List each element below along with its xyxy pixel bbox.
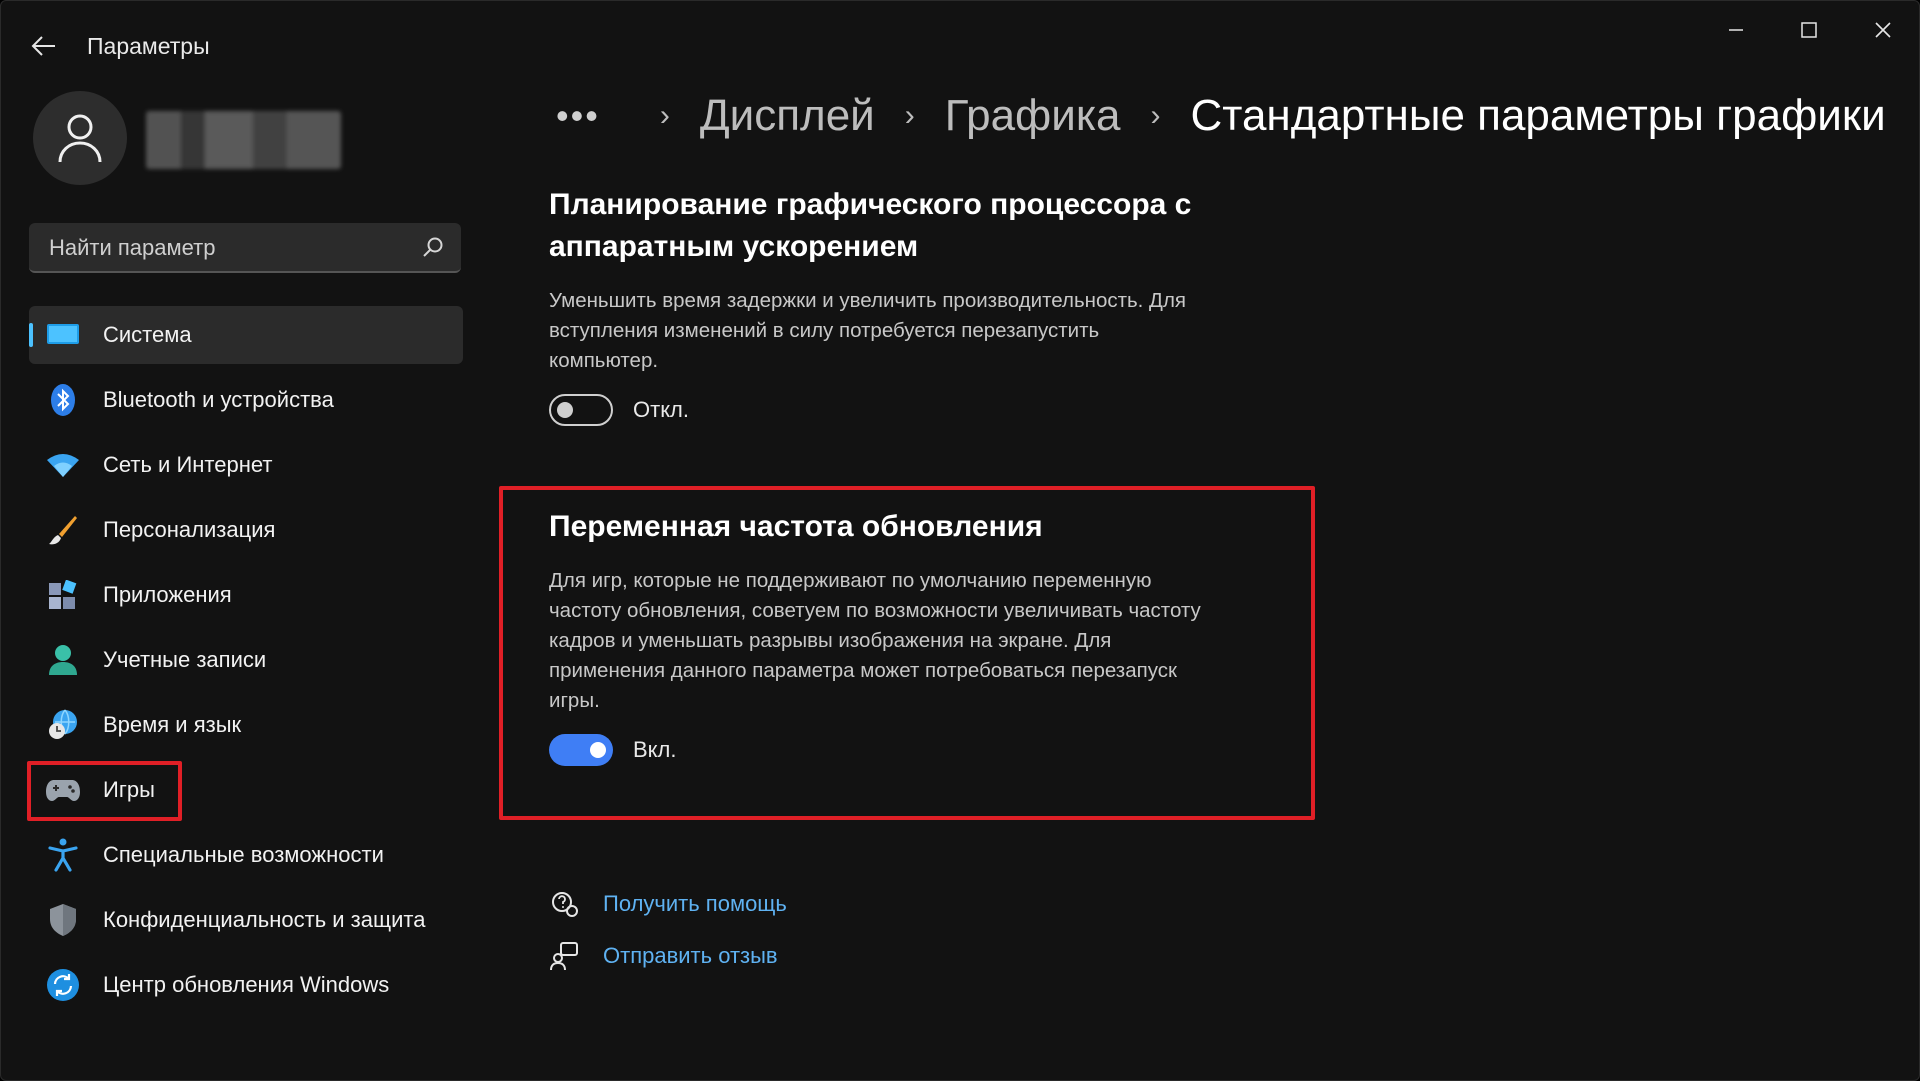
breadcrumb-display[interactable]: Дисплей bbox=[700, 91, 875, 141]
variable-refresh-toggle[interactable] bbox=[549, 734, 613, 766]
sidebar-item-label: Конфиденциальность и защита bbox=[103, 907, 426, 932]
send-feedback-link[interactable]: Отправить отзыв bbox=[549, 941, 778, 971]
update-icon bbox=[45, 967, 81, 1003]
minimize-icon bbox=[1729, 29, 1743, 31]
shield-icon bbox=[45, 902, 81, 938]
breadcrumb-more[interactable]: ••• bbox=[556, 95, 600, 137]
description-line: игры. bbox=[549, 689, 600, 712]
section-description: Для игр, которые не поддерживают по умол… bbox=[549, 566, 1269, 716]
brush-icon bbox=[45, 512, 81, 548]
sidebar-item-label: Учетные записи bbox=[103, 647, 267, 672]
description-line: кадров и уменьшать разрывы изображения н… bbox=[549, 629, 1112, 652]
person-outline-icon bbox=[58, 114, 102, 163]
title-bar: Параметры bbox=[1, 1, 1920, 81]
maximize-icon bbox=[1801, 22, 1817, 38]
sidebar-item-label: Bluetooth и устройства bbox=[103, 387, 334, 412]
search-box bbox=[29, 223, 461, 273]
sidebar-item-personalization[interactable]: Персонализация bbox=[29, 501, 463, 559]
sidebar-item-label: Время и язык bbox=[103, 712, 242, 737]
sidebar-nav: Система Bluetooth и устройства Сеть и Ин… bbox=[29, 306, 463, 1021]
page-title: Стандартные параметры графики bbox=[1190, 91, 1886, 140]
description-line: Уменьшить время задержки и увеличить про… bbox=[549, 289, 1187, 312]
gpu-scheduling-section: Планирование графического процессора с а… bbox=[549, 184, 1269, 426]
toggle-row: Откл. bbox=[549, 394, 1269, 426]
sidebar-item-system[interactable]: Система bbox=[29, 306, 463, 364]
bluetooth-icon bbox=[45, 382, 81, 418]
back-button[interactable] bbox=[29, 31, 59, 61]
app-title: Параметры bbox=[87, 33, 210, 59]
toggle-knob bbox=[557, 402, 573, 418]
section-description: Уменьшить время задержки и увеличить про… bbox=[549, 286, 1269, 376]
sidebar-item-network[interactable]: Сеть и Интернет bbox=[29, 436, 463, 494]
variable-refresh-section: Переменная частота обновления Для игр, к… bbox=[549, 506, 1269, 766]
user-name-blurred bbox=[146, 111, 341, 169]
toggle-row: Вкл. bbox=[549, 734, 1269, 766]
description-line: применения данного параметра может потре… bbox=[549, 659, 1177, 682]
get-help-link[interactable]: Получить помощь bbox=[549, 889, 787, 919]
minimize-button[interactable] bbox=[1706, 11, 1766, 49]
globe-clock-icon bbox=[45, 707, 81, 743]
link-label: Получить помощь bbox=[603, 891, 787, 916]
toggle-state-label: Откл. bbox=[633, 397, 690, 422]
sidebar-item-gaming[interactable]: Игры bbox=[29, 761, 463, 819]
breadcrumb: ••• › Дисплей › Графика › Стандартные па… bbox=[556, 91, 1886, 141]
apps-icon bbox=[45, 577, 81, 613]
feedback-icon bbox=[550, 942, 578, 971]
description-line: частоту обновления, советуем по возможно… bbox=[549, 599, 1201, 622]
sidebar-item-accounts[interactable]: Учетные записи bbox=[29, 631, 463, 689]
sidebar-item-time-language[interactable]: Время и язык bbox=[29, 696, 463, 754]
settings-window: Параметры Система Bluetooth bbox=[0, 0, 1920, 1081]
section-title-line: аппаратным ускорением bbox=[549, 230, 919, 263]
section-title-line: Планирование графического процессора с bbox=[549, 188, 1192, 221]
maximize-button[interactable] bbox=[1779, 11, 1839, 49]
person-icon bbox=[45, 642, 81, 678]
monitor-icon bbox=[45, 317, 81, 353]
sidebar-item-privacy[interactable]: Конфиденциальность и защита bbox=[29, 891, 463, 949]
gpu-scheduling-toggle[interactable] bbox=[549, 394, 613, 426]
search-icon[interactable] bbox=[421, 235, 445, 259]
description-line: Для игр, которые не поддерживают по умол… bbox=[549, 569, 1152, 592]
chevron-right-icon: › bbox=[1150, 99, 1161, 132]
sidebar-item-label: Игры bbox=[103, 777, 155, 802]
wifi-icon bbox=[45, 447, 81, 483]
toggle-state-label: Вкл. bbox=[633, 737, 677, 762]
close-button[interactable] bbox=[1853, 11, 1913, 49]
chevron-right-icon: › bbox=[904, 99, 915, 132]
chevron-right-icon: › bbox=[659, 99, 670, 132]
sidebar-item-label: Приложения bbox=[103, 582, 232, 607]
sidebar-item-bluetooth[interactable]: Bluetooth и устройства bbox=[29, 371, 463, 429]
link-label: Отправить отзыв bbox=[603, 943, 778, 968]
sidebar-item-label: Персонализация bbox=[103, 517, 276, 542]
description-line: компьютер. bbox=[549, 349, 659, 372]
toggle-knob bbox=[590, 742, 606, 758]
arrow-left-icon bbox=[31, 36, 55, 56]
sidebar-item-label: Система bbox=[103, 322, 192, 347]
gamepad-icon bbox=[45, 772, 81, 808]
sidebar-item-label: Сеть и Интернет bbox=[103, 452, 273, 477]
sidebar-item-accessibility[interactable]: Специальные возможности bbox=[29, 826, 463, 884]
breadcrumb-graphics[interactable]: Графика bbox=[945, 91, 1121, 141]
sidebar-item-apps[interactable]: Приложения bbox=[29, 566, 463, 624]
section-title: Планирование графического процессора с а… bbox=[549, 184, 1269, 268]
help-icon bbox=[552, 892, 578, 917]
sidebar-item-label: Специальные возможности bbox=[103, 842, 384, 867]
sidebar-item-windows-update[interactable]: Центр обновления Windows bbox=[29, 956, 463, 1014]
accessibility-icon bbox=[45, 837, 81, 873]
close-icon bbox=[1875, 22, 1891, 38]
avatar[interactable] bbox=[33, 91, 127, 185]
sidebar-item-label: Центр обновления Windows bbox=[103, 972, 390, 997]
section-title: Переменная частота обновления bbox=[549, 510, 1043, 543]
description-line: вступления изменений в силу потребуется … bbox=[549, 319, 1100, 342]
search-input[interactable] bbox=[29, 223, 431, 273]
